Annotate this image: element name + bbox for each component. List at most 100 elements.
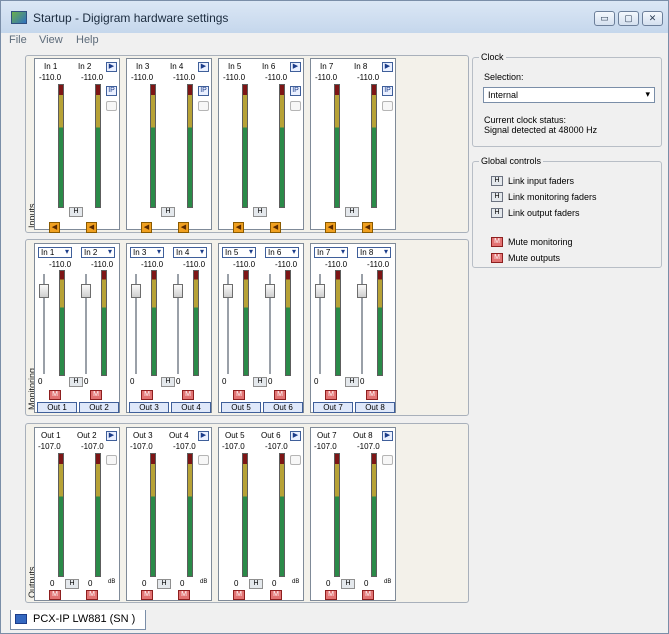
mute-button[interactable]: M xyxy=(233,390,245,400)
fader-thumb[interactable] xyxy=(81,284,91,298)
menu-file[interactable]: File xyxy=(9,34,27,46)
monitor-output-button[interactable]: Out 4 xyxy=(171,402,211,413)
menu-view[interactable]: View xyxy=(39,34,63,46)
monitor-fader[interactable] xyxy=(39,274,49,374)
ip-button[interactable]: IP xyxy=(382,86,393,96)
play-icon[interactable]: ▶ xyxy=(382,431,393,441)
monitor-source-select[interactable]: In 1 xyxy=(38,247,72,258)
maximize-button[interactable]: ▢ xyxy=(618,11,639,26)
monitor-source-select[interactable]: In 8 xyxy=(357,247,391,258)
mute-button[interactable]: M xyxy=(362,590,374,600)
monitor-source-select[interactable]: In 6 xyxy=(265,247,299,258)
settings-icon[interactable] xyxy=(198,101,209,111)
mute-button[interactable]: M xyxy=(270,590,282,600)
close-button[interactable]: ✕ xyxy=(642,11,663,26)
mute-monitoring-toggle[interactable]: M Mute monitoring xyxy=(491,237,651,249)
monitor-fader[interactable] xyxy=(265,274,275,374)
monitor-output-button[interactable]: Out 3 xyxy=(129,402,169,413)
mute-button[interactable]: M xyxy=(90,390,102,400)
settings-icon[interactable] xyxy=(382,101,393,111)
fader-thumb[interactable] xyxy=(173,284,183,298)
monitor-output-button[interactable]: Out 8 xyxy=(355,402,395,413)
mute-button[interactable]: M xyxy=(178,590,190,600)
mute-button[interactable]: M xyxy=(86,590,98,600)
settings-icon[interactable] xyxy=(290,455,301,465)
menu-help[interactable]: Help xyxy=(76,34,99,46)
monitor-fader[interactable] xyxy=(131,274,141,374)
mute-button[interactable]: M xyxy=(274,390,286,400)
mute-button[interactable]: M xyxy=(141,390,153,400)
link-icon[interactable]: H xyxy=(65,579,79,589)
link-icon[interactable]: H xyxy=(69,377,83,387)
link-icon[interactable]: H xyxy=(161,207,175,217)
monitor-fader[interactable] xyxy=(315,274,325,374)
speaker-icon[interactable]: ◀ xyxy=(178,222,189,233)
play-icon[interactable]: ▶ xyxy=(198,431,209,441)
play-icon[interactable]: ▶ xyxy=(290,431,301,441)
settings-icon[interactable] xyxy=(382,455,393,465)
monitor-fader[interactable] xyxy=(81,274,91,374)
play-icon[interactable]: ▶ xyxy=(382,62,393,72)
fader-thumb[interactable] xyxy=(315,284,325,298)
monitor-fader[interactable] xyxy=(357,274,367,374)
link-icon[interactable]: H xyxy=(341,579,355,589)
link-icon[interactable]: H xyxy=(253,377,267,387)
settings-icon[interactable] xyxy=(198,455,209,465)
link-icon[interactable]: H xyxy=(157,579,171,589)
link-icon[interactable]: H xyxy=(253,207,267,217)
speaker-icon[interactable]: ◀ xyxy=(86,222,97,233)
fader-thumb[interactable] xyxy=(39,284,49,298)
fader-thumb[interactable] xyxy=(357,284,367,298)
mute-button[interactable]: M xyxy=(49,390,61,400)
monitor-source-select[interactable]: In 7 xyxy=(314,247,348,258)
play-icon[interactable]: ▶ xyxy=(106,62,117,72)
monitor-source-select[interactable]: In 4 xyxy=(173,247,207,258)
device-tab[interactable]: PCX-IP LW881 (SN ) xyxy=(10,610,146,630)
monitor-source-select[interactable]: In 5 xyxy=(222,247,256,258)
monitor-output-button[interactable]: Out 2 xyxy=(79,402,119,413)
monitor-output-button[interactable]: Out 1 xyxy=(37,402,77,413)
ip-button[interactable]: IP xyxy=(290,86,301,96)
link-icon[interactable]: H xyxy=(69,207,83,217)
monitor-output-button[interactable]: Out 7 xyxy=(313,402,353,413)
fader-thumb[interactable] xyxy=(265,284,275,298)
link-icon[interactable]: H xyxy=(249,579,263,589)
play-icon[interactable]: ▶ xyxy=(106,431,117,441)
speaker-icon[interactable]: ◀ xyxy=(325,222,336,233)
minimize-button[interactable]: ▭ xyxy=(594,11,615,26)
speaker-icon[interactable]: ◀ xyxy=(233,222,244,233)
speaker-icon[interactable]: ◀ xyxy=(270,222,281,233)
link-icon[interactable]: H xyxy=(345,207,359,217)
monitor-source-select[interactable]: In 2 xyxy=(81,247,115,258)
mute-button[interactable]: M xyxy=(366,390,378,400)
mute-button[interactable]: M xyxy=(325,390,337,400)
settings-icon[interactable] xyxy=(290,101,301,111)
mute-button[interactable]: M xyxy=(325,590,337,600)
fader-thumb[interactable] xyxy=(223,284,233,298)
mute-button[interactable]: M xyxy=(141,590,153,600)
link-output-faders-toggle[interactable]: H Link output faders xyxy=(491,208,651,220)
monitor-fader[interactable] xyxy=(223,274,233,374)
speaker-icon[interactable]: ◀ xyxy=(362,222,373,233)
ip-button[interactable]: IP xyxy=(106,86,117,96)
link-monitoring-faders-toggle[interactable]: H Link monitoring faders xyxy=(491,192,651,204)
settings-icon[interactable] xyxy=(106,101,117,111)
mute-button[interactable]: M xyxy=(233,590,245,600)
mute-button[interactable]: M xyxy=(182,390,194,400)
monitor-output-button[interactable]: Out 5 xyxy=(221,402,261,413)
link-icon[interactable]: H xyxy=(161,377,175,387)
link-input-faders-toggle[interactable]: H Link input faders xyxy=(491,176,651,188)
clock-selection-dropdown[interactable]: Internal ▾ xyxy=(483,87,655,103)
speaker-icon[interactable]: ◀ xyxy=(141,222,152,233)
monitor-fader[interactable] xyxy=(173,274,183,374)
settings-icon[interactable] xyxy=(106,455,117,465)
play-icon[interactable]: ▶ xyxy=(198,62,209,72)
ip-button[interactable]: IP xyxy=(198,86,209,96)
fader-thumb[interactable] xyxy=(131,284,141,298)
mute-button[interactable]: M xyxy=(49,590,61,600)
monitor-source-select[interactable]: In 3 xyxy=(130,247,164,258)
mute-outputs-toggle[interactable]: M Mute outputs xyxy=(491,253,651,265)
link-icon[interactable]: H xyxy=(345,377,359,387)
monitor-output-button[interactable]: Out 6 xyxy=(263,402,303,413)
play-icon[interactable]: ▶ xyxy=(290,62,301,72)
